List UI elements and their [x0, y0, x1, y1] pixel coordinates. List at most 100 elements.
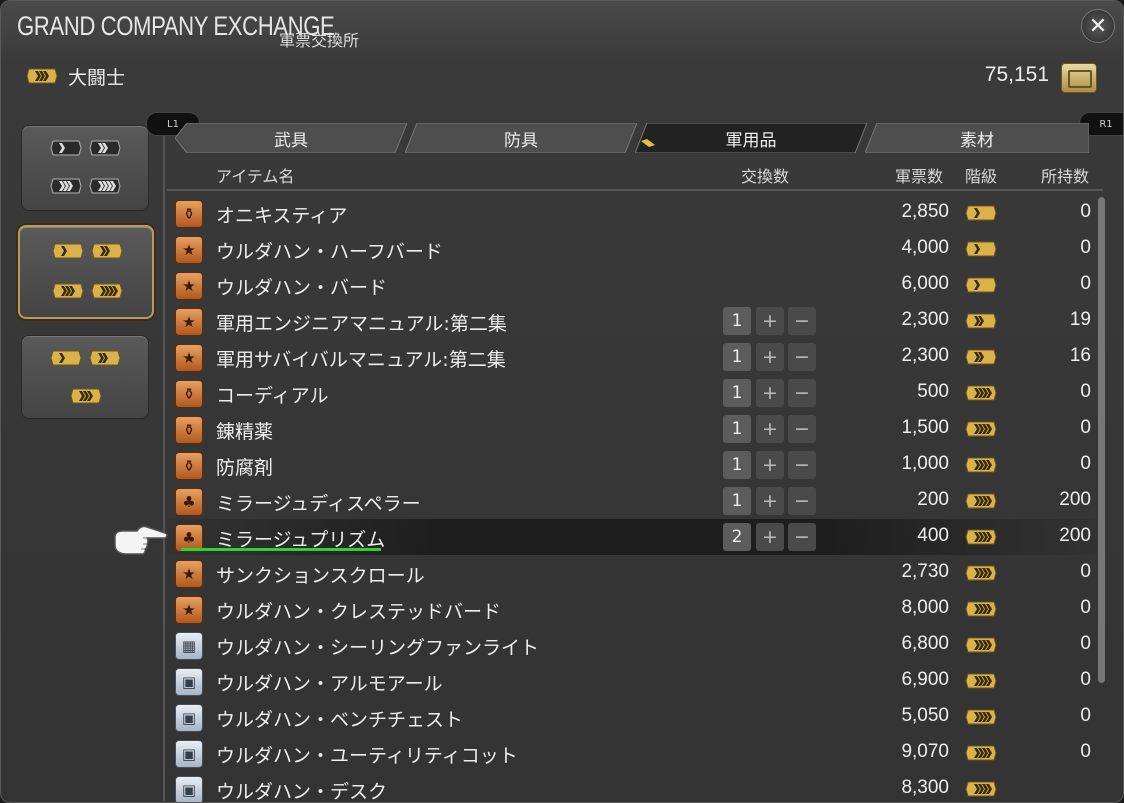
tab-supplies[interactable]: 軍用品: [635, 123, 867, 153]
column-header-cost: 軍票数: [895, 167, 944, 186]
required-rank-icon: [965, 385, 997, 401]
rank-chip-icon: [50, 178, 82, 194]
icon-glyph: ▦: [181, 637, 197, 655]
required-rank-icon: [965, 421, 997, 437]
icon-glyph: ⚱: [182, 205, 196, 223]
title-bar: GRAND COMPANY EXCHANGE 軍票交換所 ✕: [1, 1, 1123, 53]
column-header-name: アイテム名: [216, 167, 295, 186]
minus-icon[interactable]: −: [788, 487, 816, 515]
item-owned: 0: [1080, 705, 1091, 726]
window-subtitle: 軍票交換所: [279, 31, 360, 50]
plus-icon[interactable]: +: [756, 343, 784, 371]
plus-icon[interactable]: +: [756, 307, 784, 335]
item-cost: 6,900: [901, 669, 949, 690]
plus-icon[interactable]: +: [756, 415, 784, 443]
potion-icon: ⚱: [175, 380, 203, 408]
list-item[interactable]: ⚱ 防腐剤 1 + − 1,000 0: [167, 447, 1097, 483]
minus-icon[interactable]: −: [788, 523, 816, 551]
plus-icon[interactable]: +: [756, 523, 784, 551]
scrollbar[interactable]: [1098, 197, 1105, 683]
required-rank-icon: [965, 709, 997, 725]
list-item[interactable]: ⚱ オニキスティア 2,850 0: [167, 195, 1097, 231]
list-item[interactable]: ▣ ウルダハン・デスク 8,300: [167, 771, 1097, 802]
item-cost: 9,070: [901, 741, 949, 762]
minus-icon[interactable]: −: [788, 379, 816, 407]
item-cost: 1,000: [901, 453, 949, 474]
list-item[interactable]: ⚱ 錬精薬 1 + − 1,500 0: [167, 411, 1097, 447]
minus-icon[interactable]: −: [788, 307, 816, 335]
company-seal-icon: [1061, 63, 1097, 93]
minus-icon[interactable]: −: [788, 343, 816, 371]
column-header-rank: 階級: [965, 167, 998, 186]
list-item[interactable]: ★ 軍用エンジニアマニュアル:第二集 1 + − 2,300 19: [167, 303, 1097, 339]
required-rank-icon: [965, 637, 997, 653]
player-rank-name: 大闘士: [68, 67, 126, 89]
item-name: ウルダハン・アルモアール: [216, 673, 443, 695]
item-owned: 0: [1080, 669, 1091, 690]
rank-group-1[interactable]: [21, 125, 149, 211]
item-cost: 5,050: [901, 705, 949, 726]
required-rank-icon: [965, 529, 997, 545]
quantity-value[interactable]: 1: [723, 415, 751, 443]
ceiling-light-icon: ▦: [175, 632, 203, 660]
item-owned: 200: [1059, 525, 1091, 546]
required-rank-icon: [965, 241, 997, 257]
tab-label: 武具: [274, 130, 308, 151]
rank-chip-icon: [70, 388, 102, 404]
item-owned: 19: [1069, 309, 1091, 330]
player-info: 大闘士 75,151: [1, 59, 1123, 95]
seals-count: 75,151: [984, 63, 1049, 86]
furniture-icon: ▣: [175, 668, 203, 696]
icon-glyph: ★: [182, 313, 196, 331]
item-name: 防腐剤: [216, 457, 274, 479]
plus-icon[interactable]: +: [756, 451, 784, 479]
rank-group-2[interactable]: [18, 225, 154, 319]
quantity-value[interactable]: 1: [723, 307, 751, 335]
item-owned: 0: [1080, 453, 1091, 474]
item-name: ウルダハン・クレステッドバード: [216, 601, 502, 623]
quantity-value[interactable]: 1: [723, 487, 751, 515]
required-rank-icon: [965, 205, 997, 221]
rank-group-3[interactable]: [21, 335, 149, 419]
list-item[interactable]: ⚱ コーディアル 1 + − 500 0: [167, 375, 1097, 411]
icon-glyph: ▣: [181, 673, 197, 691]
plus-icon[interactable]: +: [756, 487, 784, 515]
item-name: サンクションスクロール: [216, 565, 425, 587]
list-item[interactable]: ▣ ウルダハン・ベンチチェスト 5,050 0: [167, 699, 1097, 735]
close-icon[interactable]: ✕: [1081, 9, 1115, 43]
icon-glyph: ⚱: [182, 385, 196, 403]
item-cost: 2,850: [901, 201, 949, 222]
tab-materials[interactable]: 素材: [865, 123, 1089, 153]
item-list: ⚱ オニキスティア 2,850 0 ★ ウルダハン・ハーフバード 4,000 0 ★ ウルダハン・…: [167, 195, 1097, 802]
item-owned: 16: [1069, 345, 1091, 366]
plus-icon[interactable]: +: [756, 379, 784, 407]
quantity-value[interactable]: 1: [723, 451, 751, 479]
potion-icon: ⚱: [175, 200, 203, 228]
list-item[interactable]: ★ 軍用サバイバルマニュアル:第二集 1 + − 2,300 16: [167, 339, 1097, 375]
minus-icon[interactable]: −: [788, 451, 816, 479]
minus-icon[interactable]: −: [788, 415, 816, 443]
item-name: ウルダハン・ベンチチェスト: [216, 709, 464, 731]
list-item[interactable]: ★ ウルダハン・クレステッドバード 8,000 0: [167, 591, 1097, 627]
list-item[interactable]: ▣ ウルダハン・ユーティリティコット 9,070 0: [167, 735, 1097, 771]
quantity-value[interactable]: 2: [723, 523, 751, 551]
list-item[interactable]: ★ ウルダハン・ハーフバード 4,000 0: [167, 231, 1097, 267]
quantity-value[interactable]: 1: [723, 343, 751, 371]
quantity-value[interactable]: 1: [723, 379, 751, 407]
list-item[interactable]: ▦ ウルダハン・シーリングファンライト 6,800 0: [167, 627, 1097, 663]
list-item[interactable]: ♣ ミラージュディスペラー 1 + − 200 200: [167, 483, 1097, 519]
star-icon: ★: [175, 308, 203, 336]
icon-glyph: ▣: [181, 709, 197, 727]
list-item[interactable]: ★ サンクションスクロール 2,730 0: [167, 555, 1097, 591]
item-cost: 1,500: [901, 417, 949, 438]
list-item[interactable]: ▣ ウルダハン・アルモアール 6,900 0: [167, 663, 1097, 699]
item-cost: 2,730: [901, 561, 949, 582]
tab-armor[interactable]: 防具: [405, 123, 637, 153]
list-item[interactable]: ★ ウルダハン・バード 6,000 0: [167, 267, 1097, 303]
rank-chip-icon: [52, 243, 84, 259]
tab-weapons[interactable]: 武具: [175, 123, 407, 153]
required-rank-icon: [965, 493, 997, 509]
required-rank-icon: [965, 565, 997, 581]
rank-chip-icon: [50, 350, 82, 366]
item-cost: 4,000: [901, 237, 949, 258]
